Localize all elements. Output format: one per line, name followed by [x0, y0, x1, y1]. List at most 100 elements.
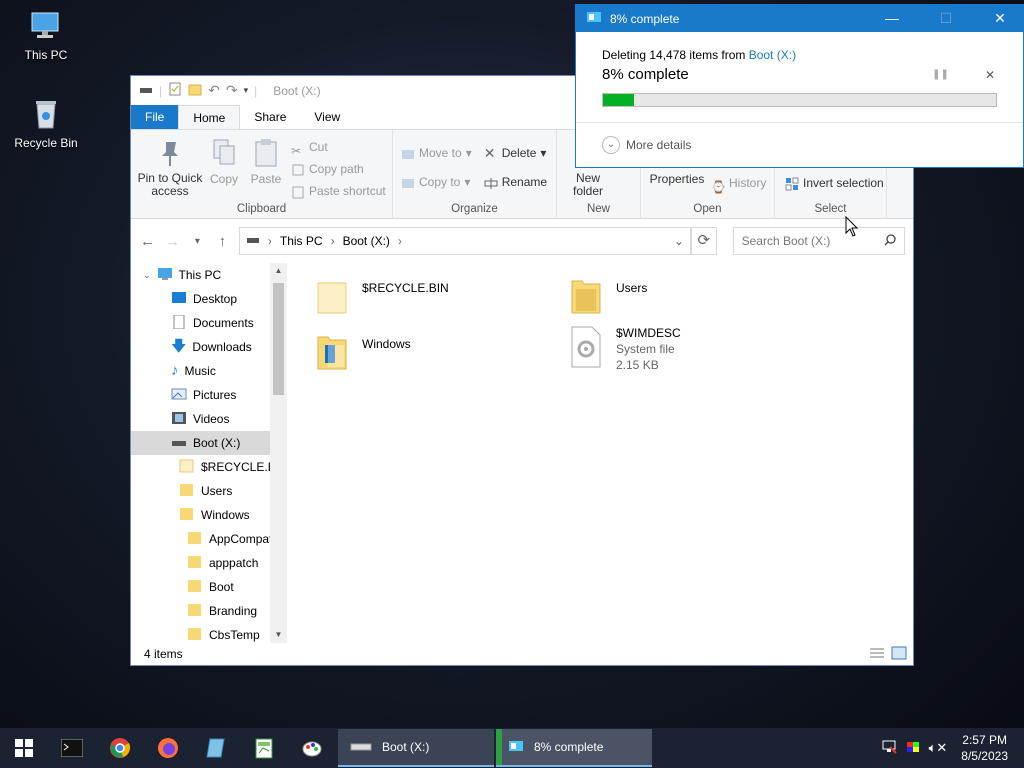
nav-item-appcompat[interactable]: AppCompat: [131, 527, 287, 551]
cancel-icon[interactable]: ✕: [985, 68, 995, 82]
organize-group: Move to ▾ Copy to ▾ ✕ Delete ▾ Rename Org…: [393, 130, 557, 218]
desktop-icon-recycle-bin[interactable]: Recycle Bin: [8, 96, 84, 150]
chevron-down-icon[interactable]: ⌄: [143, 270, 151, 281]
file-item-users[interactable]: Users: [570, 275, 647, 318]
file-list: $RECYCLE.BIN Users Windows $WIMDESC Syst…: [288, 263, 913, 643]
tab-home[interactable]: Home: [178, 105, 241, 129]
progress-fill: [603, 94, 635, 106]
start-button[interactable]: [0, 728, 48, 768]
details-view-icon[interactable]: [869, 647, 885, 662]
scroll-up-icon[interactable]: ▲: [270, 263, 287, 279]
scroll-down-icon[interactable]: ▼: [270, 627, 287, 643]
folder-icon: [187, 579, 203, 596]
back-button[interactable]: ←: [139, 233, 156, 250]
paste-button[interactable]: Paste: [245, 136, 287, 186]
volume-muted-icon[interactable]: 🔈︎✕: [929, 740, 948, 756]
properties-icon[interactable]: [168, 82, 182, 99]
notebook-app-taskbar-icon[interactable]: [192, 728, 240, 768]
close-button[interactable]: ✕: [977, 5, 1023, 32]
delete-progress-icon: [508, 739, 524, 756]
delete-button[interactable]: ✕ Delete ▾: [484, 142, 547, 164]
nav-item-cbstemp[interactable]: CbsTemp: [131, 623, 287, 643]
nav-item-recycle-bin-folder[interactable]: $RECYCLE.BIN: [131, 455, 287, 479]
address-bar[interactable]: › This PC › Boot (X:) › ⌄: [238, 227, 691, 255]
clock[interactable]: 2:57 PM 8/5/2023: [961, 732, 1008, 764]
nav-item-users[interactable]: Users: [131, 479, 287, 503]
forward-button[interactable]: →: [164, 233, 181, 250]
pause-icon[interactable]: ❚❚: [932, 69, 949, 80]
chevron-right-icon: ›: [330, 234, 335, 248]
file-item-wimdesc[interactable]: $WIMDESC System file 2.15 KB: [570, 325, 681, 373]
desktop-icon-this-pc[interactable]: This PC: [8, 8, 84, 62]
drive-icon: [246, 234, 260, 248]
search-input[interactable]: Search Boot (X:): [732, 227, 906, 255]
nav-item-music[interactable]: ♪ Music: [131, 359, 287, 383]
command-prompt-taskbar-icon[interactable]: [48, 728, 96, 768]
cut-button[interactable]: ✂ Cut: [291, 136, 386, 158]
breadcrumb-this-pc[interactable]: This PC: [280, 234, 323, 248]
paint-app-taskbar-icon[interactable]: [288, 728, 336, 768]
desktop-icon-label: This PC: [24, 48, 68, 62]
nav-item-branding[interactable]: Branding: [131, 599, 287, 623]
tab-view[interactable]: View: [300, 105, 354, 129]
chrome-taskbar-icon[interactable]: [96, 728, 144, 768]
new-folder-icon[interactable]: [188, 82, 202, 99]
more-details-row[interactable]: ⌄ More details: [576, 122, 1023, 167]
system-file-icon: [570, 325, 602, 372]
folder-icon: [187, 531, 203, 548]
nav-label: This PC: [178, 268, 222, 282]
history-icon: ⌚: [711, 180, 726, 194]
nav-item-boot-drive[interactable]: Boot (X:): [131, 431, 287, 455]
redo-icon[interactable]: ↷: [226, 82, 238, 99]
history-button[interactable]: ⌚ History: [711, 172, 766, 194]
copy-path-label: Copy path: [309, 162, 364, 176]
up-button[interactable]: ↑: [214, 233, 231, 250]
nav-item-apppatch[interactable]: apppatch: [131, 551, 287, 575]
pin-quick-access-button[interactable]: Pin to Quick access: [137, 136, 203, 198]
rename-button[interactable]: Rename: [484, 171, 547, 193]
spreadsheet-app-taskbar-icon[interactable]: [240, 728, 288, 768]
firefox-taskbar-icon[interactable]: [144, 728, 192, 768]
file-item-recycle-bin[interactable]: $RECYCLE.BIN: [316, 275, 449, 318]
display-color-icon[interactable]: [905, 740, 921, 757]
move-to-button[interactable]: Move to ▾: [401, 142, 472, 164]
window-title: Boot (X:): [273, 83, 321, 98]
invert-selection-button[interactable]: Invert selection: [785, 172, 884, 194]
maximize-button[interactable]: ☐: [923, 5, 969, 32]
file-item-windows[interactable]: Windows: [316, 331, 411, 374]
recent-locations-button[interactable]: ▾: [189, 236, 206, 247]
delete-icon: ✕: [483, 145, 496, 161]
taskbar-progress-task[interactable]: 8% complete: [496, 729, 652, 767]
dialog-body: Deleting 14,478 items from Boot (X:) 8% …: [576, 32, 1023, 107]
nav-item-pictures[interactable]: Pictures: [131, 383, 287, 407]
scrollbar-thumb[interactable]: [273, 283, 284, 395]
copy-button[interactable]: Copy: [203, 136, 245, 186]
large-icons-view-icon[interactable]: [891, 646, 907, 663]
copy-to-button[interactable]: Copy to ▾: [401, 171, 472, 193]
tab-share[interactable]: Share: [240, 105, 300, 129]
nav-item-downloads[interactable]: 🡇 Downloads: [131, 335, 287, 359]
taskbar-explorer-task[interactable]: Boot (X:): [338, 729, 494, 767]
nav-item-videos[interactable]: Videos: [131, 407, 287, 431]
nav-pane-scrollbar[interactable]: ▲ ▼: [270, 263, 287, 643]
scissors-icon: ✂: [291, 144, 302, 158]
clipboard-group: Pin to Quick access Copy Paste ✂ Cut Copy…: [131, 130, 393, 218]
tab-file[interactable]: File: [131, 105, 179, 129]
copy-path-button[interactable]: Copy path: [291, 158, 386, 180]
paste-shortcut-button[interactable]: Paste shortcut: [291, 180, 386, 202]
nav-label: Boot (X:): [193, 436, 241, 450]
address-dropdown-icon[interactable]: ⌄: [674, 234, 684, 248]
breadcrumb-boot[interactable]: Boot (X:): [343, 234, 390, 248]
nav-item-boot-folder[interactable]: Boot: [131, 575, 287, 599]
network-icon[interactable]: [881, 740, 897, 757]
nav-item-documents[interactable]: Documents: [131, 311, 287, 335]
minimize-button[interactable]: —: [869, 5, 915, 32]
refresh-button[interactable]: ⟳: [690, 227, 717, 255]
customize-qat-icon[interactable]: ▾: [244, 85, 249, 96]
nav-item-windows[interactable]: Windows: [131, 503, 287, 527]
separator: |: [159, 83, 163, 98]
nav-item-this-pc[interactable]: ⌄ This PC: [131, 263, 287, 287]
undo-icon[interactable]: ↶: [208, 82, 220, 99]
deleting-target-link[interactable]: Boot (X:): [749, 48, 796, 62]
nav-item-desktop[interactable]: Desktop: [131, 287, 287, 311]
